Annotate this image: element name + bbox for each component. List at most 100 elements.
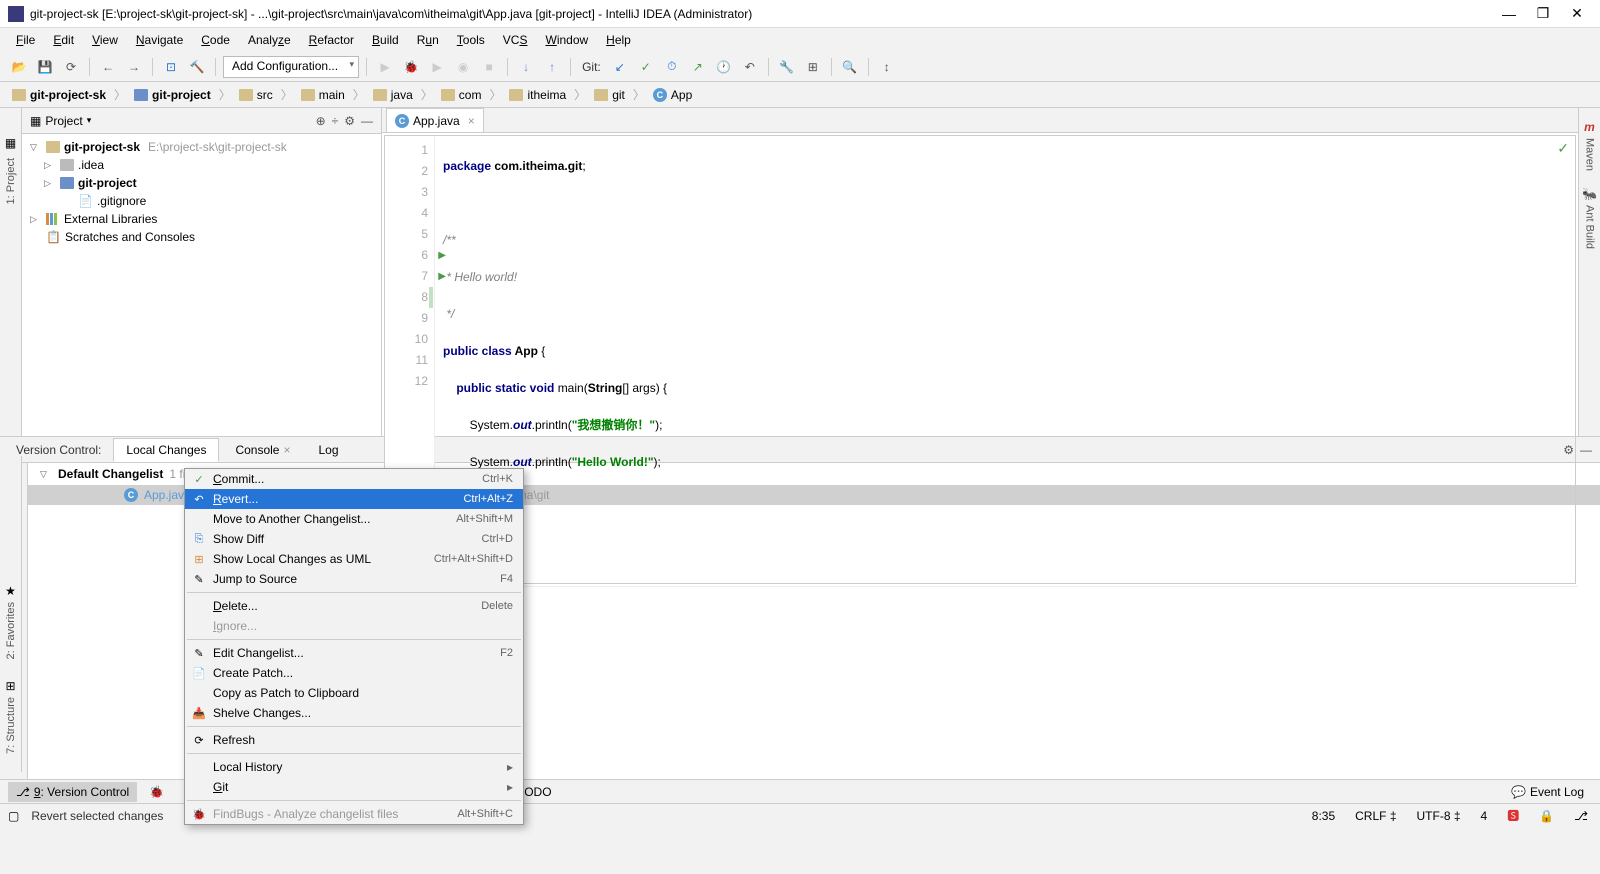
coverage-icon[interactable]: ▶ xyxy=(426,56,448,78)
menu-analyze[interactable]: Analyze xyxy=(240,31,299,49)
ctx-revert[interactable]: ↶ Revert...Ctrl+Alt+Z xyxy=(185,489,523,509)
structure-tool-button[interactable]: ⊞ 7: Structure xyxy=(5,671,17,762)
indent-spaces[interactable]: 4 xyxy=(1477,809,1492,823)
git-revert-icon[interactable]: ↶ xyxy=(739,56,761,78)
menu-window[interactable]: Window xyxy=(537,31,596,49)
tree-scratches[interactable]: 📋 Scratches and Consoles xyxy=(22,228,381,246)
menu-view[interactable]: View xyxy=(84,31,126,49)
hide-icon[interactable]: — xyxy=(361,114,373,128)
tree-git-project[interactable]: ▷ git-project xyxy=(22,174,381,192)
bc-root[interactable]: git-project-sk xyxy=(8,86,110,104)
ctx-git[interactable]: Git▸ xyxy=(185,777,523,797)
menu-vcs[interactable]: VCS xyxy=(495,31,536,49)
ctx-copy-patch[interactable]: Copy as Patch to Clipboard xyxy=(185,683,523,703)
menu-edit[interactable]: Edit xyxy=(45,31,82,49)
run-icon[interactable]: ▶ xyxy=(374,56,396,78)
profile-icon[interactable]: ◉ xyxy=(452,56,474,78)
menu-navigate[interactable]: Navigate xyxy=(128,31,191,49)
tree-ext-lib[interactable]: ▷ External Libraries xyxy=(22,210,381,228)
bc-java[interactable]: java xyxy=(369,86,417,104)
project-dropdown-icon[interactable]: ▾ xyxy=(87,115,92,126)
vc-tab-local[interactable]: Local Changes xyxy=(113,438,219,462)
ctx-delete[interactable]: Delete...Delete xyxy=(185,596,523,616)
tree-idea[interactable]: ▷ .idea xyxy=(22,156,381,174)
project-tree[interactable]: ▽ git-project-skE:\project-sk\git-projec… xyxy=(22,134,381,436)
git-push-icon[interactable]: ↗ xyxy=(687,56,709,78)
bc-src[interactable]: src xyxy=(235,86,277,104)
code-text[interactable]: package com.itheima.git; /** * Hello wor… xyxy=(435,136,1575,583)
ctx-jump[interactable]: ✎ Jump to SourceF4 xyxy=(185,569,523,589)
maximize-button[interactable]: ❐ xyxy=(1536,7,1550,21)
maven-tool-button[interactable]: m Maven xyxy=(1584,112,1596,179)
ctx-history[interactable]: Local History▸ xyxy=(185,757,523,777)
minimize-button[interactable]: — xyxy=(1502,7,1516,21)
sync-icon[interactable]: ⟳ xyxy=(60,56,82,78)
stop-icon[interactable]: ■ xyxy=(478,56,500,78)
inspection-ok-icon[interactable]: ✓ xyxy=(1557,140,1569,157)
lock-icon[interactable]: 🔒 xyxy=(1535,809,1558,823)
tree-gitignore[interactable]: 📄 .gitignore xyxy=(22,192,381,210)
search-icon[interactable]: 🔍 xyxy=(839,56,861,78)
bt-vc[interactable]: ⎇ 9: Version Control xyxy=(8,782,137,802)
save-icon[interactable]: 💾 xyxy=(34,56,56,78)
file-encoding[interactable]: UTF-8 ‡ xyxy=(1413,809,1465,823)
bt-event-log[interactable]: 💬 Event Log xyxy=(1503,782,1592,802)
vc-tab-console[interactable]: Console× xyxy=(223,439,302,461)
git-clock-icon[interactable]: 🕐 xyxy=(713,56,735,78)
expand-icon[interactable]: ↕ xyxy=(876,56,898,78)
vc-hide-icon[interactable]: — xyxy=(1580,443,1592,457)
divide-icon[interactable]: ÷ xyxy=(332,114,339,128)
bc-com[interactable]: com xyxy=(437,86,486,104)
bc-app[interactable]: CApp xyxy=(649,86,696,104)
ctx-uml[interactable]: ⊞ Show Local Changes as UMLCtrl+Alt+Shif… xyxy=(185,549,523,569)
bc-git-project[interactable]: git-project xyxy=(130,86,215,104)
ctx-edit-cl[interactable]: ✎ Edit Changelist...F2 xyxy=(185,643,523,663)
ctx-diff[interactable]: ⎘ Show DiffCtrl+D xyxy=(185,529,523,549)
run-config-dropdown[interactable]: Add Configuration... xyxy=(223,56,359,78)
gear-icon[interactable]: ⚙ xyxy=(344,114,355,128)
ctx-shelve[interactable]: 📥 Shelve Changes... xyxy=(185,703,523,723)
ctx-commit[interactable]: ✓ Commit...Ctrl+K xyxy=(185,469,523,489)
line-separator[interactable]: CRLF ‡ xyxy=(1351,809,1400,823)
open-icon[interactable]: 📂 xyxy=(8,56,30,78)
target-icon[interactable]: ⊕ xyxy=(316,114,326,128)
commit-icon[interactable]: ↑ xyxy=(541,56,563,78)
bc-git[interactable]: git xyxy=(590,86,629,104)
settings-icon[interactable]: 🔧 xyxy=(776,56,798,78)
menu-build[interactable]: Build xyxy=(364,31,407,49)
update-icon[interactable]: ↓ xyxy=(515,56,537,78)
git-update-icon[interactable]: ↙ xyxy=(609,56,631,78)
select-target-icon[interactable]: ⊡ xyxy=(160,56,182,78)
back-icon[interactable]: ← xyxy=(97,56,119,78)
menu-help[interactable]: Help xyxy=(598,31,639,49)
status-icon[interactable]: ▢ xyxy=(8,809,19,823)
run-gutter-icon[interactable]: ▶ xyxy=(438,266,446,287)
structure-icon[interactable]: ⊞ xyxy=(802,56,824,78)
close-icon[interactable]: × xyxy=(283,443,290,457)
close-button[interactable]: ✕ xyxy=(1570,7,1584,21)
branch-widget[interactable]: ⎇ xyxy=(1570,809,1592,823)
menu-file[interactable]: File xyxy=(8,31,43,49)
git-commit-icon[interactable]: ✓ xyxy=(635,56,657,78)
ant-tool-button[interactable]: 🐜 Ant Build xyxy=(1582,179,1597,257)
menu-code[interactable]: Code xyxy=(193,31,238,49)
bc-itheima[interactable]: itheima xyxy=(505,86,570,104)
menu-refactor[interactable]: Refactor xyxy=(301,31,362,49)
bc-main[interactable]: main xyxy=(297,86,349,104)
run-gutter-icon[interactable]: ▶ xyxy=(438,245,446,266)
git-history-icon[interactable]: ⏱ xyxy=(661,56,683,78)
editor-tab-app[interactable]: C App.java × xyxy=(386,108,484,132)
build-icon[interactable]: 🔨 xyxy=(186,56,208,78)
tree-root[interactable]: ▽ git-project-skE:\project-sk\git-projec… xyxy=(22,138,381,156)
debug-icon[interactable]: 🐞 xyxy=(400,56,422,78)
menu-tools[interactable]: Tools xyxy=(449,31,493,49)
ctx-patch[interactable]: 📄 Create Patch... xyxy=(185,663,523,683)
tab-close-icon[interactable]: × xyxy=(468,114,475,128)
project-tool-button[interactable]: ▦ 1: Project xyxy=(5,128,17,212)
forward-icon[interactable]: → xyxy=(123,56,145,78)
menu-run[interactable]: Run xyxy=(409,31,447,49)
vc-tab-log[interactable]: Log xyxy=(307,439,351,461)
editor-content[interactable]: 1 2 3 4 5 6▶ 7▶ 8 9 10 11 12 package com… xyxy=(384,135,1576,584)
ctx-refresh[interactable]: ⟳ Refresh xyxy=(185,730,523,750)
bt-bug[interactable]: 🐞 xyxy=(141,782,172,802)
